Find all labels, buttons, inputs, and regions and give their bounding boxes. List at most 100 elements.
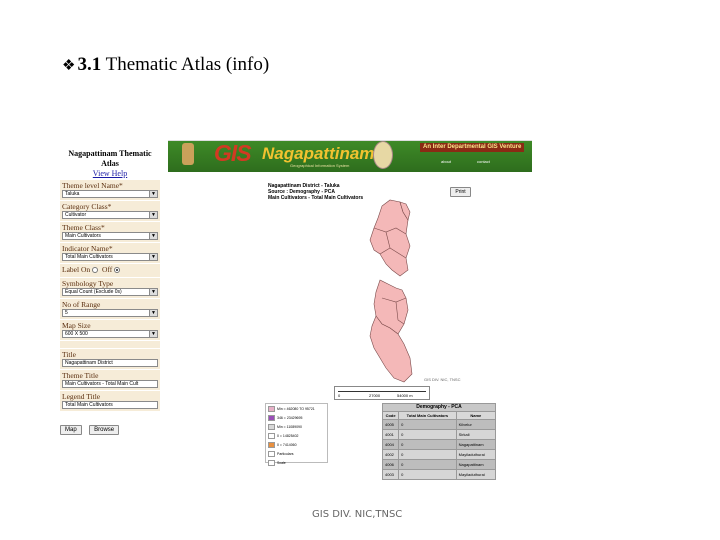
- legend-swatch: [268, 459, 275, 466]
- scale-end: 54000 m: [397, 393, 413, 398]
- symbology-field: Symbology Type Equal Count (Exclude 0s) ▼: [60, 278, 160, 298]
- map-size-select[interactable]: 600 X 500 ▼: [62, 330, 158, 338]
- panel-buttons: Map Browse: [60, 418, 160, 436]
- table-cell: Mayiladuthurai: [455, 449, 497, 460]
- table-cell: 0: [398, 429, 457, 440]
- site-name: Nagapattinam: [262, 144, 375, 163]
- table-cell: 4003: [381, 469, 400, 480]
- range-field: No of Range 5 ▼: [60, 299, 160, 319]
- label-off-radio[interactable]: [114, 267, 121, 274]
- browse-button[interactable]: Browse: [89, 425, 120, 435]
- label-toggle-label: Label: [62, 265, 80, 274]
- title-number: 3.1: [77, 54, 102, 75]
- chevron-down-icon: ▼: [149, 310, 157, 316]
- map-legend: Min = 462080 TO 95721 346 = 23429695 Min =…: [265, 403, 328, 466]
- category-class-label: Category Class*: [62, 202, 112, 211]
- legend-title-label: Legend Title: [62, 392, 101, 401]
- legend-item: Scale: [266, 458, 327, 467]
- theme-level-label: Theme level Name*: [62, 181, 123, 190]
- map-size-value: 600 X 500: [65, 331, 88, 337]
- scale-start: 0: [338, 393, 341, 398]
- legend-item: Particulars: [266, 449, 327, 458]
- legend-swatch: [268, 423, 275, 430]
- legend-label: Scale: [277, 460, 286, 465]
- map-copyright: GIS DIV. NIC, TNSC: [424, 377, 461, 382]
- map-header: Nagapattinam District - Taluka Source : …: [268, 183, 363, 201]
- legend-swatch: [268, 441, 275, 448]
- title-label: Title: [62, 350, 76, 359]
- indicator-field: Indicator Name* Total Main Cultivators ▼: [60, 243, 160, 263]
- legend-swatch: [268, 450, 275, 457]
- table-row: 4001 0 Sirkali: [381, 429, 497, 440]
- theme-title-field: Theme Title Main Cultivators - Total Mai…: [60, 370, 160, 390]
- print-button[interactable]: Print: [450, 187, 471, 197]
- scale-line: [338, 391, 426, 392]
- symbology-select[interactable]: Equal Count (Exclude 0s) ▼: [62, 288, 158, 296]
- table-cell: Sirkali: [455, 429, 497, 440]
- table-cell: Nagapattinam: [455, 459, 497, 470]
- symbology-label: Symbology Type: [62, 279, 114, 288]
- district-map[interactable]: [360, 198, 420, 383]
- theme-class-value: Main Cultivators: [65, 233, 101, 239]
- spacer-field: [60, 341, 160, 348]
- legend-label: Particulars: [277, 451, 294, 456]
- legend-title-field: Legend Title Total Main Cultivators: [60, 391, 160, 411]
- chevron-down-icon: ▼: [149, 289, 157, 295]
- label-off-text: Off: [102, 265, 113, 274]
- title-text: Thematic Atlas (info): [101, 54, 270, 75]
- category-class-select[interactable]: Cultivator ▼: [62, 211, 158, 219]
- chevron-down-icon: ▼: [149, 331, 157, 337]
- scale-bar: 0 27000 54000 m: [334, 386, 430, 400]
- table-cell: 4004: [381, 439, 400, 450]
- slide-footer: GIS DIV. NIC,TNSC: [312, 509, 403, 520]
- table-cell: 0: [398, 469, 457, 480]
- legend-label: 0 = 7414060: [277, 442, 297, 447]
- table-cell: 0: [398, 459, 457, 470]
- theme-title-label: Theme Title: [62, 371, 99, 380]
- theme-title-input[interactable]: Main Cultivators - Total Main Cult: [62, 380, 158, 388]
- range-select[interactable]: 5 ▼: [62, 309, 158, 317]
- legend-label: 346 = 23429695: [277, 415, 303, 420]
- map-size-field: Map Size 600 X 500 ▼: [60, 320, 160, 340]
- legend-label: Min = 11089090: [277, 424, 302, 429]
- table-header-row: Code Total Main Cultivators Name: [381, 411, 497, 420]
- venture-badge: An Inter Departmental GIS Venture: [420, 143, 525, 152]
- indicator-value: Total Main Cultivators: [65, 254, 113, 260]
- category-class-field: Category Class* Cultivator ▼: [60, 201, 160, 221]
- chevron-down-icon: ▼: [149, 254, 157, 260]
- legend-title-input[interactable]: Total Main Cultivators: [62, 401, 158, 409]
- symbology-value: Equal Count (Exclude 0s): [65, 289, 122, 295]
- map-header-line3: Main Cultivators - Total Main Cultivator…: [268, 195, 364, 201]
- theme-level-select[interactable]: Taluka ▼: [62, 190, 158, 198]
- label-on-radio[interactable]: [92, 267, 99, 274]
- indicator-label: Indicator Name*: [62, 244, 113, 253]
- banner-link-contact[interactable]: contact: [474, 158, 493, 165]
- chevron-down-icon: ▼: [149, 191, 157, 197]
- table-cell: 0: [398, 439, 457, 450]
- banner-link-about[interactable]: about: [438, 158, 454, 165]
- legend-swatch: [268, 432, 275, 439]
- legend-item: 0 = 14825402: [266, 431, 327, 440]
- emblem-icon: [182, 143, 194, 165]
- title-input[interactable]: Nagapattinam District: [62, 359, 158, 367]
- range-label: No of Range: [62, 300, 101, 309]
- label-toggle-row: Label On Off: [62, 265, 158, 275]
- thematic-atlas-panel: Nagapattinam Thematic Atlas View Help Th…: [60, 149, 160, 454]
- table-cell: Kilvelur: [455, 419, 497, 430]
- table-cell: 4001: [381, 429, 400, 440]
- map-size-label: Map Size: [62, 321, 91, 330]
- label-toggle-field: Label On Off: [60, 264, 160, 277]
- view-help-link[interactable]: View Help: [60, 169, 160, 179]
- map-button[interactable]: Map: [60, 425, 82, 435]
- indicator-select[interactable]: Total Main Cultivators ▼: [62, 253, 158, 261]
- table-header-cell: Name: [455, 411, 497, 420]
- table-header-cell: Code: [381, 411, 400, 420]
- theme-class-select[interactable]: Main Cultivators ▼: [62, 232, 158, 240]
- site-subtitle: Geographical Information System: [290, 163, 350, 168]
- table-cell: 4006: [381, 459, 400, 470]
- table-row: 4004 0 Nagapattinam: [381, 439, 497, 450]
- theme-level-value: Taluka: [65, 191, 80, 197]
- gis-logo: GIS: [214, 140, 252, 166]
- diamond-bullet-icon: ❖: [62, 58, 76, 74]
- scale-mid: 27000: [369, 393, 381, 398]
